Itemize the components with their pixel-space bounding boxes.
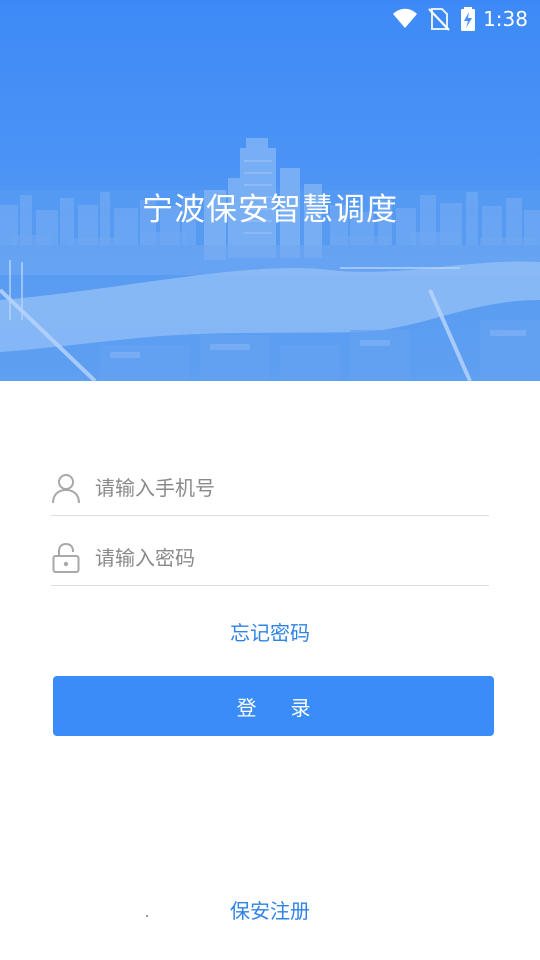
login-button[interactable]: 登录 (53, 676, 494, 736)
forgot-password-link[interactable]: 忘记密码 (0, 618, 540, 648)
status-time: 1:38 (483, 7, 528, 31)
login-screen: 1:38 宁波保安智慧调度 忘记密码 登录 保安注册 (0, 0, 540, 960)
hero-banner: 1:38 宁波保安智慧调度 (0, 0, 540, 381)
phone-field[interactable] (51, 462, 489, 516)
decorative-dot (146, 915, 148, 917)
person-icon (52, 474, 80, 504)
status-bar: 1:38 (0, 0, 540, 38)
app-title: 宁波保安智慧调度 (142, 192, 398, 228)
register-link[interactable]: 保安注册 (0, 896, 540, 926)
password-field[interactable] (51, 532, 489, 586)
lock-icon (52, 542, 80, 573)
battery-charging-icon (461, 7, 475, 31)
phone-input[interactable] (95, 470, 475, 506)
wifi-icon (393, 8, 417, 28)
password-input[interactable] (95, 540, 475, 576)
no-sim-icon (428, 8, 450, 31)
